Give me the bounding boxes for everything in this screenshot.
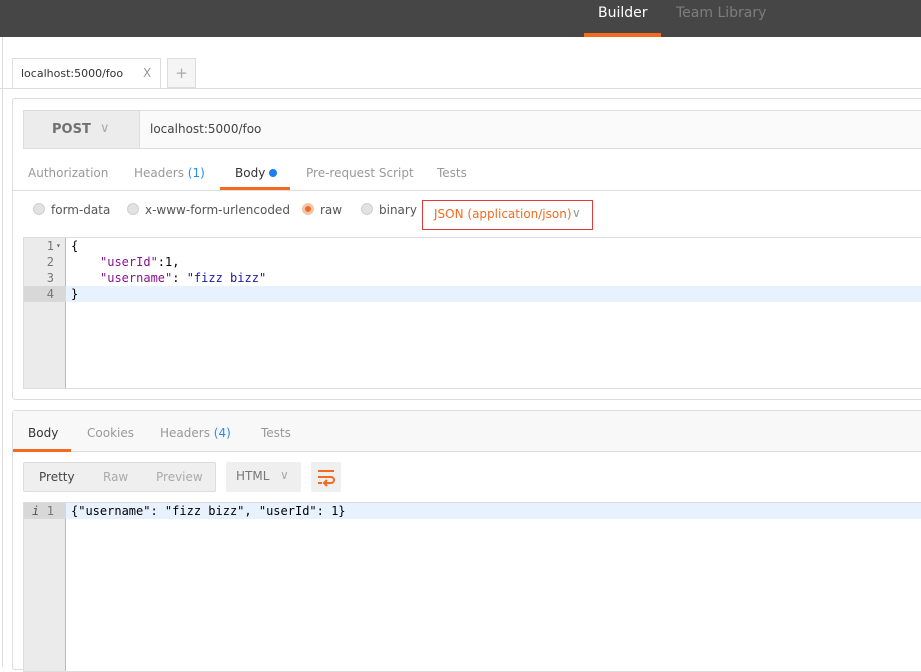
method-label: POST [52,122,91,137]
line-number: 4 [46,287,54,301]
code-line: { [71,239,79,253]
url-bar: POST ∨ localhost:5000/foo [23,110,921,149]
tab-headers[interactable]: Headers (1) [134,166,205,180]
code-line: "username": "fizz bizz" [100,270,266,286]
language-select[interactable]: HTML ∨ [226,462,301,492]
json-punct: : [172,271,187,285]
content-type-label: JSON (application/json) [434,207,572,221]
wrap-icon [318,470,335,487]
divider [0,88,921,89]
line-number: 2 [46,255,54,269]
tab-label: Headers [134,166,184,180]
json-string: "fizz bizz" [186,271,267,285]
fold-icon[interactable]: ▾ [56,238,61,254]
format-toggle: Pretty Raw Preview [23,462,216,492]
radio-form-data[interactable] [33,203,45,215]
tab-tests[interactable]: Tests [437,166,467,180]
tab-body[interactable]: Body [235,166,278,180]
line-number: 3 [46,271,54,285]
gutter [24,503,66,671]
radio-label: form-data [51,203,111,217]
json-value: :1, [157,255,180,269]
divider [2,37,3,667]
json-key: "username" [100,271,173,285]
nav-builder[interactable]: Builder [598,5,648,21]
preview-button[interactable]: Preview [156,470,203,484]
request-body-editor[interactable]: 1 ▾ 2 3 4 { "userId":1, "username": "fiz… [23,237,921,389]
chevron-down-icon: ∨ [100,121,110,136]
radio-binary[interactable] [361,203,373,215]
active-tab-indicator [13,449,71,452]
response-tab-body[interactable]: Body [28,426,58,440]
divider [13,190,921,191]
request-tab[interactable]: localhost:5000/foo X [12,58,161,89]
radio-urlencoded[interactable] [127,203,139,215]
active-nav-indicator [584,33,661,37]
request-tab-label: localhost:5000/foo [21,67,124,80]
tab-label: Body [235,166,266,180]
code-line: } [71,287,79,301]
content-type-select[interactable]: JSON (application/json) ∨ [422,200,593,230]
line-number: 1 [46,504,54,518]
modified-dot-icon [269,169,278,177]
response-tab-headers[interactable]: Headers (4) [160,426,231,440]
language-label: HTML [236,469,270,483]
chevron-down-icon: ∨ [572,206,581,220]
headers-count: (1) [187,166,205,180]
line-number: 1 [46,239,54,253]
active-line [24,286,921,302]
json-key: "userId" [100,255,158,269]
method-select[interactable]: POST ∨ [24,111,140,148]
code-line: "userId":1, [100,254,179,270]
response-tab-tests[interactable]: Tests [261,426,291,440]
new-tab-button[interactable]: + [167,58,196,88]
raw-button[interactable]: Raw [103,470,128,484]
response-body-viewer[interactable]: i 1 {"username": "fizz bizz", "userId": … [23,502,921,672]
close-icon[interactable]: X [143,66,151,80]
headers-count: (4) [213,426,231,440]
top-bar: Builder Team Library [0,0,921,37]
pretty-button[interactable]: Pretty [39,470,75,484]
url-input[interactable]: localhost:5000/foo [150,122,261,136]
tab-prerequest-script[interactable]: Pre-request Script [306,166,414,180]
radio-label: binary [379,203,417,217]
response-tab-cookies[interactable]: Cookies [87,426,134,440]
tab-label: Headers [160,426,210,440]
radio-label: raw [320,203,343,217]
radio-raw[interactable] [302,203,314,215]
response-body-text: {"username": "fizz bizz", "userId": 1} [71,504,346,518]
wrap-lines-button[interactable] [311,462,341,492]
chevron-down-icon: ∨ [280,468,289,482]
response-tabs-bar [13,411,921,452]
tab-authorization[interactable]: Authorization [28,166,108,180]
nav-team-library[interactable]: Team Library [676,5,766,21]
radio-label: x-www-form-urlencoded [145,203,290,217]
